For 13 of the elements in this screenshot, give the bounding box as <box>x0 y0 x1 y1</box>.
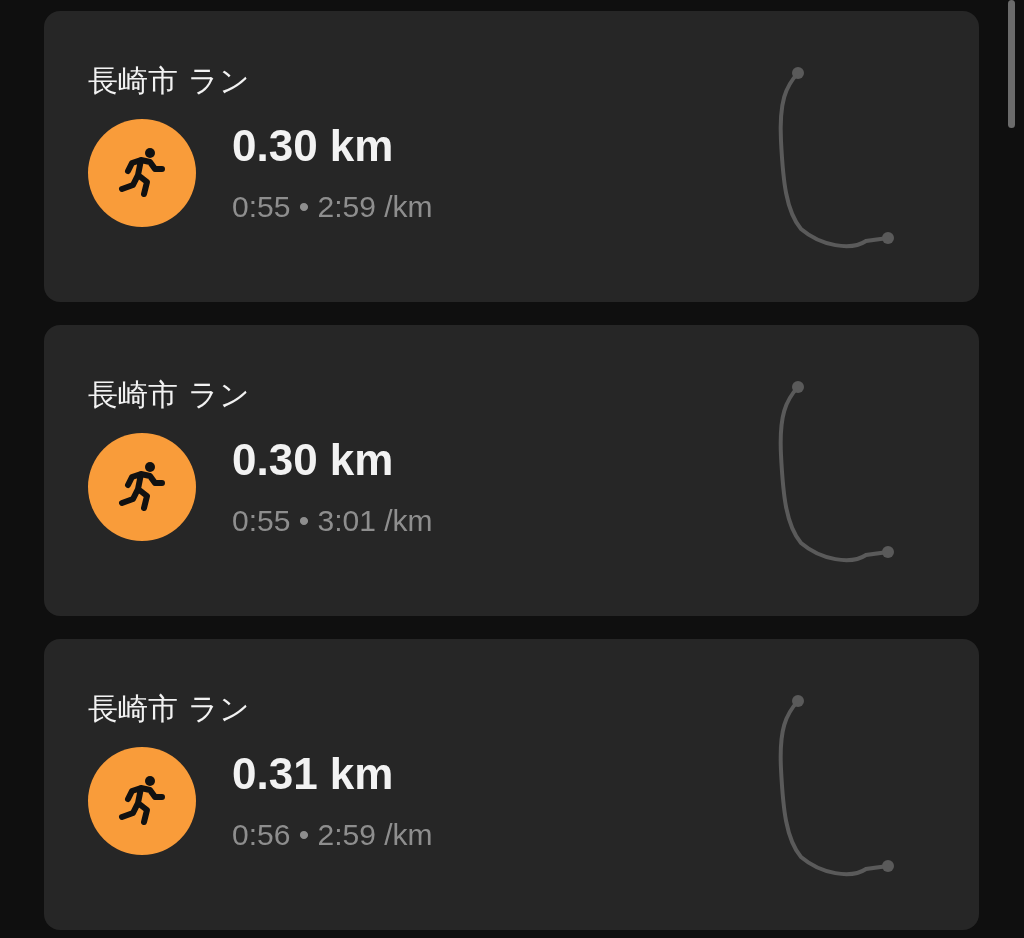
activity-card[interactable]: 長崎市 ラン 0.30 km 0:55 • 2:59 /km <box>44 11 979 302</box>
scrollbar[interactable] <box>1008 0 1015 128</box>
activity-title: 長崎市 ラン <box>88 62 251 100</box>
time-pace-text: 0:55 • 3:01 /km <box>232 503 433 539</box>
activity-title: 長崎市 ラン <box>88 690 251 728</box>
activity-card[interactable]: 長崎市 ラン 0.31 km 0:56 • 2:59 /km <box>44 639 979 930</box>
time-pace-text: 0:55 • 2:59 /km <box>232 189 433 225</box>
time-pace-text: 0:56 • 2:59 /km <box>232 817 433 853</box>
distance-text: 0.31 km <box>232 748 395 800</box>
distance-text: 0.30 km <box>232 120 395 172</box>
distance-text: 0.30 km <box>232 434 395 486</box>
activity-card[interactable]: 長崎市 ラン 0.30 km 0:55 • 3:01 /km <box>44 325 979 616</box>
activity-title: 長崎市 ラン <box>88 376 251 414</box>
